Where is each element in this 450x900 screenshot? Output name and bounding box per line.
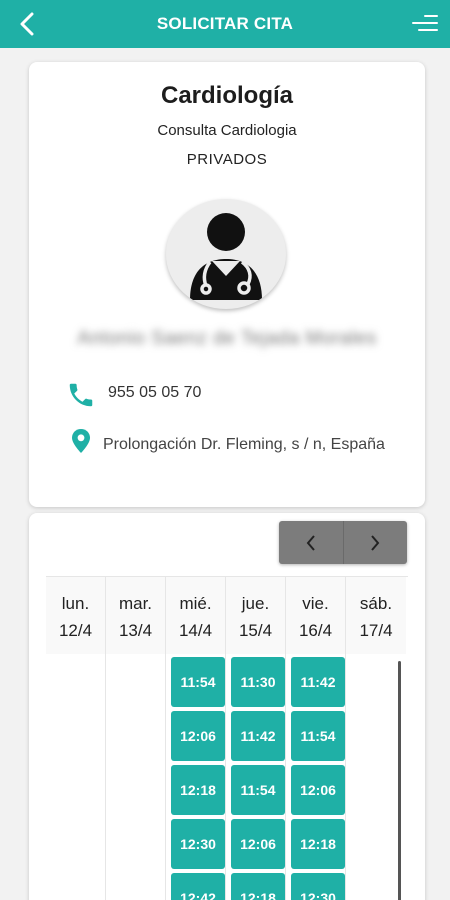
- day-date: 14/4: [178, 621, 213, 640]
- time-slot-button[interactable]: 12:06: [231, 819, 285, 869]
- day-header: sáb. 17/4: [346, 577, 406, 654]
- menu-icon-line: [418, 29, 438, 31]
- day-header: vie. 16/4: [286, 577, 346, 654]
- day-header: mié. 14/4: [166, 577, 226, 654]
- insurance-type: PRIVADOS: [186, 151, 268, 168]
- top-bar: SOLICITAR CITA: [0, 0, 450, 48]
- days-header: lun. 12/4 mar. 13/4 mié. 14/4 jue. 15/4 vie.…: [46, 576, 408, 654]
- specialty-card: Cardiología Consulta Cardiologia PRIVADO…: [29, 62, 425, 507]
- day-date: 13/4: [118, 621, 153, 640]
- time-slot-button[interactable]: 11:30: [231, 657, 285, 707]
- scrollbar[interactable]: [398, 661, 401, 900]
- day-name: mar.: [118, 594, 153, 613]
- day-header: mar. 13/4: [106, 577, 166, 654]
- chevron-left-icon: [20, 12, 34, 36]
- time-slot-button[interactable]: 11:54: [231, 765, 285, 815]
- day-date: 15/4: [238, 621, 273, 640]
- doctor-avatar-icon: [190, 213, 262, 300]
- time-slot-button[interactable]: 12:30: [171, 819, 225, 869]
- time-slot-button[interactable]: 11:54: [171, 657, 225, 707]
- day-name: lun.: [61, 594, 90, 613]
- time-slot-button[interactable]: 12:42: [171, 873, 225, 900]
- day-name: sáb.: [359, 594, 393, 613]
- doctor-name: Antonio Saenz de Tejada Morales: [77, 328, 377, 349]
- day-name: mié.: [179, 594, 212, 613]
- week-navigation: [279, 521, 407, 564]
- time-slot-button[interactable]: 12:30: [291, 873, 345, 900]
- menu-button[interactable]: [412, 13, 438, 35]
- time-slot-grid: 11:54 12:06 12:18 12:30 12:42 11:30 11:4…: [46, 654, 408, 900]
- address: Prolongación Dr. Fleming, s / n, España: [103, 436, 385, 453]
- time-slot-button[interactable]: 11:42: [231, 711, 285, 761]
- time-slot-button[interactable]: 12:18: [291, 819, 345, 869]
- phone-icon: [69, 383, 93, 407]
- chevron-right-icon: [371, 534, 380, 551]
- time-slot-button[interactable]: 12:18: [231, 873, 285, 900]
- time-slot-button[interactable]: 12:06: [171, 711, 225, 761]
- day-header: jue. 15/4: [226, 577, 286, 654]
- day-date: 16/4: [298, 621, 333, 640]
- day-name: jue.: [241, 594, 270, 613]
- time-slot-button[interactable]: 12:06: [291, 765, 345, 815]
- next-week-button[interactable]: [342, 521, 408, 564]
- day-name: vie.: [302, 594, 329, 613]
- doctor-avatar: [166, 199, 286, 309]
- time-slot-button[interactable]: 11:54: [291, 711, 345, 761]
- specialty-subtitle: Consulta Cardiologia: [157, 122, 297, 139]
- day-header: lun. 12/4: [46, 577, 106, 654]
- time-slot-button[interactable]: 11:42: [291, 657, 345, 707]
- day-date: 12/4: [58, 621, 93, 640]
- previous-week-button[interactable]: [279, 521, 343, 564]
- time-slot-button[interactable]: 12:18: [171, 765, 225, 815]
- chevron-left-icon: [306, 534, 315, 551]
- day-column: [46, 654, 106, 900]
- specialty-title: Cardiología: [160, 82, 293, 109]
- page-title: SOLICITAR CITA: [156, 14, 294, 33]
- day-date: 17/4: [359, 621, 393, 640]
- menu-icon-line: [412, 22, 438, 24]
- back-button[interactable]: [14, 10, 40, 38]
- day-column: [106, 654, 166, 900]
- phone-number[interactable]: 955 05 05 70: [108, 384, 201, 402]
- schedule-card: lun. 12/4 mar. 13/4 mié. 14/4 jue. 15/4 vie.…: [29, 513, 425, 900]
- menu-icon-line: [424, 15, 438, 17]
